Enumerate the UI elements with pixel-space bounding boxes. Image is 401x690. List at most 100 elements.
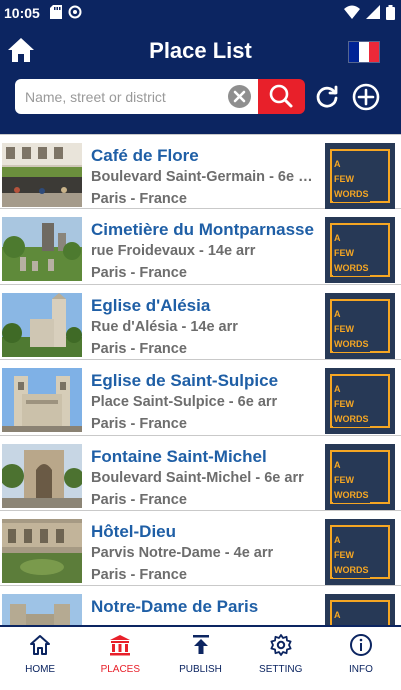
nav-info-label: INFO bbox=[348, 664, 373, 675]
nav-home[interactable]: HOME bbox=[0, 627, 80, 690]
block-icon bbox=[68, 5, 82, 19]
place-name: Notre-Dame de Paris bbox=[91, 597, 259, 617]
few-words-line: FEW bbox=[334, 474, 354, 485]
list-item[interactable]: Hôtel-Dieu Parvis Notre-Dame - 4e arr Pa… bbox=[0, 511, 401, 587]
a-few-words-button[interactable]: A FEW WORDS bbox=[325, 217, 395, 284]
nav-home-label: HOME bbox=[25, 664, 56, 675]
search-icon bbox=[269, 84, 293, 108]
place-thumbnail bbox=[2, 594, 82, 625]
list-item[interactable]: Notre-Dame de Paris A FEW WORDS bbox=[0, 586, 401, 625]
place-street: Place Saint-Sulpice - 6e arr bbox=[91, 394, 278, 411]
place-name: Eglise d'Alésia bbox=[91, 295, 211, 315]
clear-search-button[interactable] bbox=[228, 85, 251, 108]
a-few-words-button[interactable]: A FEW WORDS bbox=[325, 594, 395, 625]
few-words-label: A FEW WORDS bbox=[333, 608, 370, 625]
wifi-icon bbox=[344, 5, 360, 19]
nav-places[interactable]: PLACES bbox=[80, 627, 160, 690]
place-city: Paris - France bbox=[91, 566, 187, 583]
few-words-line: A bbox=[334, 308, 341, 319]
few-words-line: WORDS bbox=[334, 414, 369, 425]
flag-red-band bbox=[369, 42, 379, 62]
app-header: Place List bbox=[0, 26, 401, 134]
place-city: Paris - France bbox=[91, 340, 187, 357]
upload-icon bbox=[192, 635, 209, 654]
status-bar: 10:05 bbox=[0, 0, 401, 26]
flag-white-band bbox=[359, 42, 369, 62]
few-words-line: FEW bbox=[334, 549, 354, 560]
few-words-label: A FEW WORDS bbox=[333, 157, 370, 202]
place-name: Cimetière du Montparnasse bbox=[91, 220, 314, 240]
refresh-button[interactable] bbox=[314, 84, 340, 110]
place-thumbnail bbox=[2, 518, 82, 583]
place-thumbnail bbox=[2, 368, 82, 433]
few-words-line: WORDS bbox=[334, 338, 369, 349]
place-name: Fontaine Saint-Michel bbox=[91, 446, 267, 466]
place-name: Café de Flore bbox=[91, 146, 199, 165]
nav-places-label: PLACES bbox=[100, 664, 141, 675]
place-name: Eglise de Saint-Sulpice bbox=[91, 371, 279, 391]
gear-icon bbox=[270, 634, 292, 656]
status-time: 10:05 bbox=[4, 5, 40, 21]
list-item[interactable]: Fontaine Saint-Michel Boulevard Saint-Mi… bbox=[0, 436, 401, 511]
nav-setting-label: SETTING bbox=[259, 664, 303, 675]
few-words-label: A FEW WORDS bbox=[333, 231, 370, 277]
search-input[interactable] bbox=[25, 79, 225, 114]
few-words-label: A FEW WORDS bbox=[333, 457, 370, 503]
a-few-words-button[interactable]: A FEW WORDS bbox=[325, 292, 395, 359]
place-street: Rue d'Alésia - 14e arr bbox=[91, 318, 238, 335]
place-street: Parvis Notre-Dame - 4e arr bbox=[91, 544, 274, 561]
a-few-words-button[interactable]: A FEW WORDS bbox=[325, 368, 395, 435]
place-thumbnail bbox=[2, 143, 82, 207]
close-icon bbox=[233, 90, 246, 103]
few-words-label: A FEW WORDS bbox=[333, 306, 370, 352]
add-circle-icon bbox=[352, 83, 380, 111]
place-street: Boulevard Saint-Germain - 6e arr bbox=[91, 169, 317, 185]
nav-publish[interactable]: PUBLISH bbox=[160, 627, 240, 690]
few-words-line: WORDS bbox=[334, 189, 369, 199]
place-city: Paris - France bbox=[91, 491, 187, 508]
place-city: Paris - France bbox=[91, 265, 187, 282]
nav-info[interactable]: INFO bbox=[321, 627, 401, 690]
few-words-line: FEW bbox=[334, 399, 354, 410]
place-thumbnail bbox=[2, 217, 82, 282]
place-name: Hôtel-Dieu bbox=[91, 521, 176, 541]
few-words-line: WORDS bbox=[334, 263, 369, 274]
list-item[interactable]: Cimetière du Montparnasse rue Froidevaux… bbox=[0, 209, 401, 285]
list-item[interactable]: Eglise d'Alésia Rue d'Alésia - 14e arr P… bbox=[0, 285, 401, 361]
few-words-label: A FEW WORDS bbox=[333, 532, 370, 578]
flag-blue-band bbox=[349, 42, 359, 62]
a-few-words-button[interactable]: A FEW WORDS bbox=[325, 443, 395, 510]
list-item[interactable]: Café de Flore Boulevard Saint-Germain - … bbox=[0, 134, 401, 210]
place-thumbnail bbox=[2, 443, 82, 508]
few-words-line: A bbox=[334, 459, 341, 470]
few-words-line: A bbox=[334, 610, 341, 621]
battery-icon bbox=[386, 5, 395, 20]
language-flag-button[interactable] bbox=[349, 42, 379, 62]
few-words-line: A bbox=[334, 534, 341, 545]
signal-icon bbox=[366, 5, 380, 19]
few-words-line: A bbox=[334, 384, 341, 395]
few-words-label: A FEW WORDS bbox=[333, 382, 370, 428]
place-street: rue Froidevaux - 14e arr bbox=[91, 243, 256, 260]
a-few-words-button[interactable]: A FEW WORDS bbox=[325, 143, 395, 209]
bottom-nav: HOME PLACES PUBLISH SETTING INFO bbox=[0, 625, 401, 690]
place-city: Paris - France bbox=[91, 416, 187, 433]
few-words-line: FEW bbox=[334, 174, 354, 184]
place-thumbnail bbox=[2, 292, 82, 357]
nav-setting[interactable]: SETTING bbox=[241, 627, 321, 690]
few-words-line: WORDS bbox=[334, 489, 369, 500]
add-place-button[interactable] bbox=[352, 83, 380, 111]
refresh-icon bbox=[316, 85, 338, 108]
place-list: Café de Flore Boulevard Saint-Germain - … bbox=[0, 134, 401, 625]
search-button[interactable] bbox=[258, 79, 305, 114]
info-icon bbox=[349, 634, 372, 656]
few-words-line: FEW bbox=[334, 323, 354, 334]
list-item[interactable]: Eglise de Saint-Sulpice Place Saint-Sulp… bbox=[0, 360, 401, 436]
few-words-line: WORDS bbox=[334, 564, 369, 575]
home-icon bbox=[30, 635, 51, 655]
status-icons-left bbox=[50, 5, 82, 19]
sd-card-icon bbox=[50, 5, 62, 19]
a-few-words-button[interactable]: A FEW WORDS bbox=[325, 518, 395, 585]
few-words-line: A bbox=[334, 159, 341, 169]
search-box bbox=[15, 79, 260, 114]
